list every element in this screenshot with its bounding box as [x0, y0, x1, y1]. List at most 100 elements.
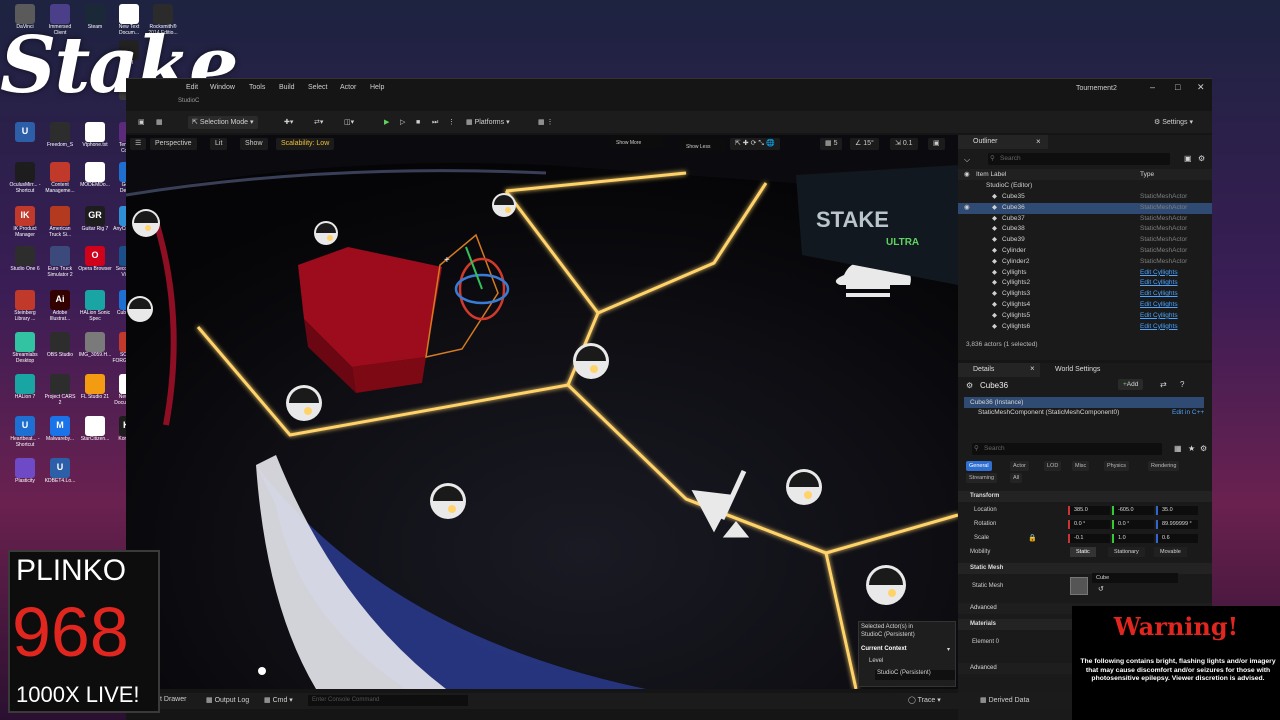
- cat-all[interactable]: All: [1010, 473, 1023, 483]
- details-close-icon[interactable]: ×: [1030, 364, 1035, 373]
- transform-tools[interactable]: ⇱ ✚ ⟳ ⤡ 🌐: [730, 138, 780, 150]
- desktop-icon[interactable]: Studio One 6: [8, 246, 42, 273]
- save-icon[interactable]: ▣: [134, 116, 149, 129]
- desktop-icon[interactable]: Streamlabs Desktop: [8, 332, 42, 364]
- menu-build[interactable]: Build: [279, 84, 295, 91]
- help-icon[interactable]: ?: [1180, 380, 1184, 389]
- component-row[interactable]: StaticMeshComponent (StaticMeshComponent…: [978, 409, 1119, 416]
- outliner-row-type[interactable]: Edit Cyllights: [1140, 289, 1178, 300]
- cinematics-icon[interactable]: ◫▾: [340, 116, 358, 129]
- col-item-label[interactable]: Item Label: [976, 169, 1006, 180]
- details-tab[interactable]: Details: [958, 363, 1040, 377]
- chevron-down-icon[interactable]: ▾: [947, 646, 950, 653]
- desktop-icon[interactable]: U Heartbeat... - Shortcut: [8, 416, 42, 448]
- static-mesh-select[interactable]: Cube: [1092, 573, 1178, 583]
- desktop-icon[interactable]: American Truck Si...: [43, 206, 77, 238]
- desktop-icon[interactable]: HALion 7: [8, 374, 42, 401]
- eject-icon[interactable]: ⏭: [428, 116, 442, 129]
- minimize-icon[interactable]: –: [1150, 82, 1155, 92]
- viewport-menu-icon[interactable]: ☰: [130, 138, 147, 150]
- outliner-row-type[interactable]: Edit Cyllights: [1140, 268, 1178, 279]
- visibility-eye-icon[interactable]: ◉: [964, 203, 970, 214]
- grid-view-icon[interactable]: ▦: [1174, 444, 1182, 453]
- location-y[interactable]: -605.0: [1112, 506, 1154, 515]
- desktop-icon[interactable]: StarCitizen...: [78, 416, 112, 443]
- filter-icon[interactable]: ⌵: [964, 155, 970, 165]
- desktop-icon[interactable]: GR Guitar Rig 7: [78, 206, 112, 233]
- scale-x[interactable]: -0.1: [1068, 534, 1110, 543]
- level-viewport[interactable]: + STAKE ULTRA Show More Show Less ☰ Pers…: [126, 135, 958, 689]
- desktop-icon[interactable]: OBS Studio: [43, 332, 77, 359]
- cat-actor[interactable]: Actor: [1010, 461, 1029, 471]
- desktop-icon[interactable]: Project CARS 2: [43, 374, 77, 406]
- desktop-icon[interactable]: IK IK Product Manager: [8, 206, 42, 238]
- cat-misc[interactable]: Misc: [1072, 461, 1090, 471]
- outliner-row[interactable]: ◆ Cylinder2 StaticMeshActor: [958, 257, 1212, 268]
- cmd-dropdown[interactable]: ▦ Cmd ▾: [264, 696, 293, 704]
- outliner-row-type[interactable]: Edit Cyllights: [1140, 278, 1178, 289]
- desktop-icon[interactable]: O Opera Browser: [78, 246, 112, 273]
- world-settings-tab[interactable]: World Settings: [1040, 363, 1130, 377]
- details-settings-icon[interactable]: ⚙: [1200, 444, 1207, 453]
- derived-data-button[interactable]: ▦ Derived Data: [980, 696, 1029, 704]
- location-label[interactable]: Location: [974, 507, 997, 513]
- scale-snap[interactable]: ⇲ 0.1: [890, 138, 918, 150]
- desktop-icon[interactable]: Freedom_S: [43, 122, 77, 149]
- platforms-button[interactable]: ▦ Platforms ▾: [462, 116, 514, 129]
- rotation-z[interactable]: 89.999999 °: [1156, 520, 1198, 529]
- perspective-button[interactable]: Perspective: [150, 138, 197, 150]
- outliner-search-input[interactable]: ⚲ Search: [988, 153, 1170, 165]
- camera-speed-icon[interactable]: ▣: [928, 138, 945, 150]
- location-z[interactable]: 35.0: [1156, 506, 1198, 515]
- close-icon[interactable]: ✕: [1197, 82, 1205, 93]
- outliner-root[interactable]: StudioC (Editor): [958, 181, 1212, 192]
- outliner-settings-icon[interactable]: ⚙: [1198, 154, 1205, 163]
- desktop-icon[interactable]: Vtphone.txt: [78, 122, 112, 149]
- show-button[interactable]: Show: [240, 138, 268, 150]
- ctx-level-value[interactable]: StudioC (Persistent): [875, 670, 955, 680]
- outliner-row-type[interactable]: Edit Cyllights: [1140, 322, 1178, 333]
- trace-button[interactable]: ◯ Trace ▾: [908, 696, 941, 704]
- selection-mode-button[interactable]: ⇱ Selection Mode ▾: [188, 116, 258, 129]
- rotation-label[interactable]: Rotation: [974, 521, 996, 527]
- desktop-icon[interactable]: Steinberg Library ...: [8, 290, 42, 322]
- menu-tools[interactable]: Tools: [249, 84, 265, 91]
- settings-button[interactable]: ⚙ Settings ▾: [1150, 116, 1197, 129]
- angle-snap[interactable]: ∠ 15°: [850, 138, 879, 150]
- outliner-row[interactable]: ◉ ◆ Cube36 StaticMeshActor: [958, 202, 1212, 214]
- scale-y[interactable]: 1.0: [1112, 534, 1154, 543]
- lock-icon[interactable]: 🔒: [1028, 534, 1037, 542]
- instance-row[interactable]: Cube36 (Instance): [964, 397, 1204, 408]
- desktop-icon[interactable]: Euro Truck Simulator 2: [43, 246, 77, 278]
- add-component-button[interactable]: +Add: [1118, 379, 1144, 390]
- favorite-icon[interactable]: ★: [1188, 444, 1195, 453]
- outliner-row[interactable]: ◆ Cyllights3 Edit Cyllights: [958, 289, 1212, 300]
- outliner-tab[interactable]: Outliner: [958, 135, 1048, 149]
- console-input[interactable]: Enter Console Command: [308, 695, 468, 706]
- content-icon[interactable]: ▦: [152, 116, 167, 129]
- rotation-y[interactable]: 0.0 °: [1112, 520, 1154, 529]
- mobility-static[interactable]: Static: [1070, 547, 1096, 557]
- grid-snap[interactable]: ▦ 5: [820, 138, 843, 150]
- desktop-icon[interactable]: U KDBET4.Lo...: [43, 458, 77, 485]
- stop-icon[interactable]: ■: [412, 116, 424, 129]
- desktop-icon[interactable]: HALion Sonic Spec: [78, 290, 112, 322]
- scale-label[interactable]: Scale: [974, 535, 989, 541]
- outliner-row[interactable]: ◆ Cyllights4 Edit Cyllights: [958, 300, 1212, 311]
- cat-lod[interactable]: LOD: [1044, 461, 1062, 471]
- desktop-icon[interactable]: Ai Adobe Illustrat...: [43, 290, 77, 322]
- play-step-icon[interactable]: ▷: [396, 116, 409, 129]
- details-search-input[interactable]: ⚲ Search: [972, 443, 1162, 455]
- more-icon[interactable]: ⋮: [444, 116, 459, 129]
- menu-select[interactable]: Select: [308, 84, 327, 91]
- desktop-icon[interactable]: U: [8, 122, 42, 143]
- rotation-x[interactable]: 0.0 °: [1068, 520, 1110, 529]
- desktop-icon[interactable]: Content Manageme...: [43, 162, 77, 194]
- desktop-icon[interactable]: MODEMDo...: [78, 162, 112, 189]
- maximize-icon[interactable]: □: [1175, 82, 1180, 92]
- scale-z[interactable]: 0.6: [1156, 534, 1198, 543]
- menu-window[interactable]: Window: [210, 84, 235, 91]
- location-x[interactable]: 385.0: [1068, 506, 1110, 515]
- outliner-row[interactable]: ◆ Cube38 StaticMeshActor: [958, 224, 1212, 235]
- scalability-badge[interactable]: Scalability: Low: [276, 138, 335, 150]
